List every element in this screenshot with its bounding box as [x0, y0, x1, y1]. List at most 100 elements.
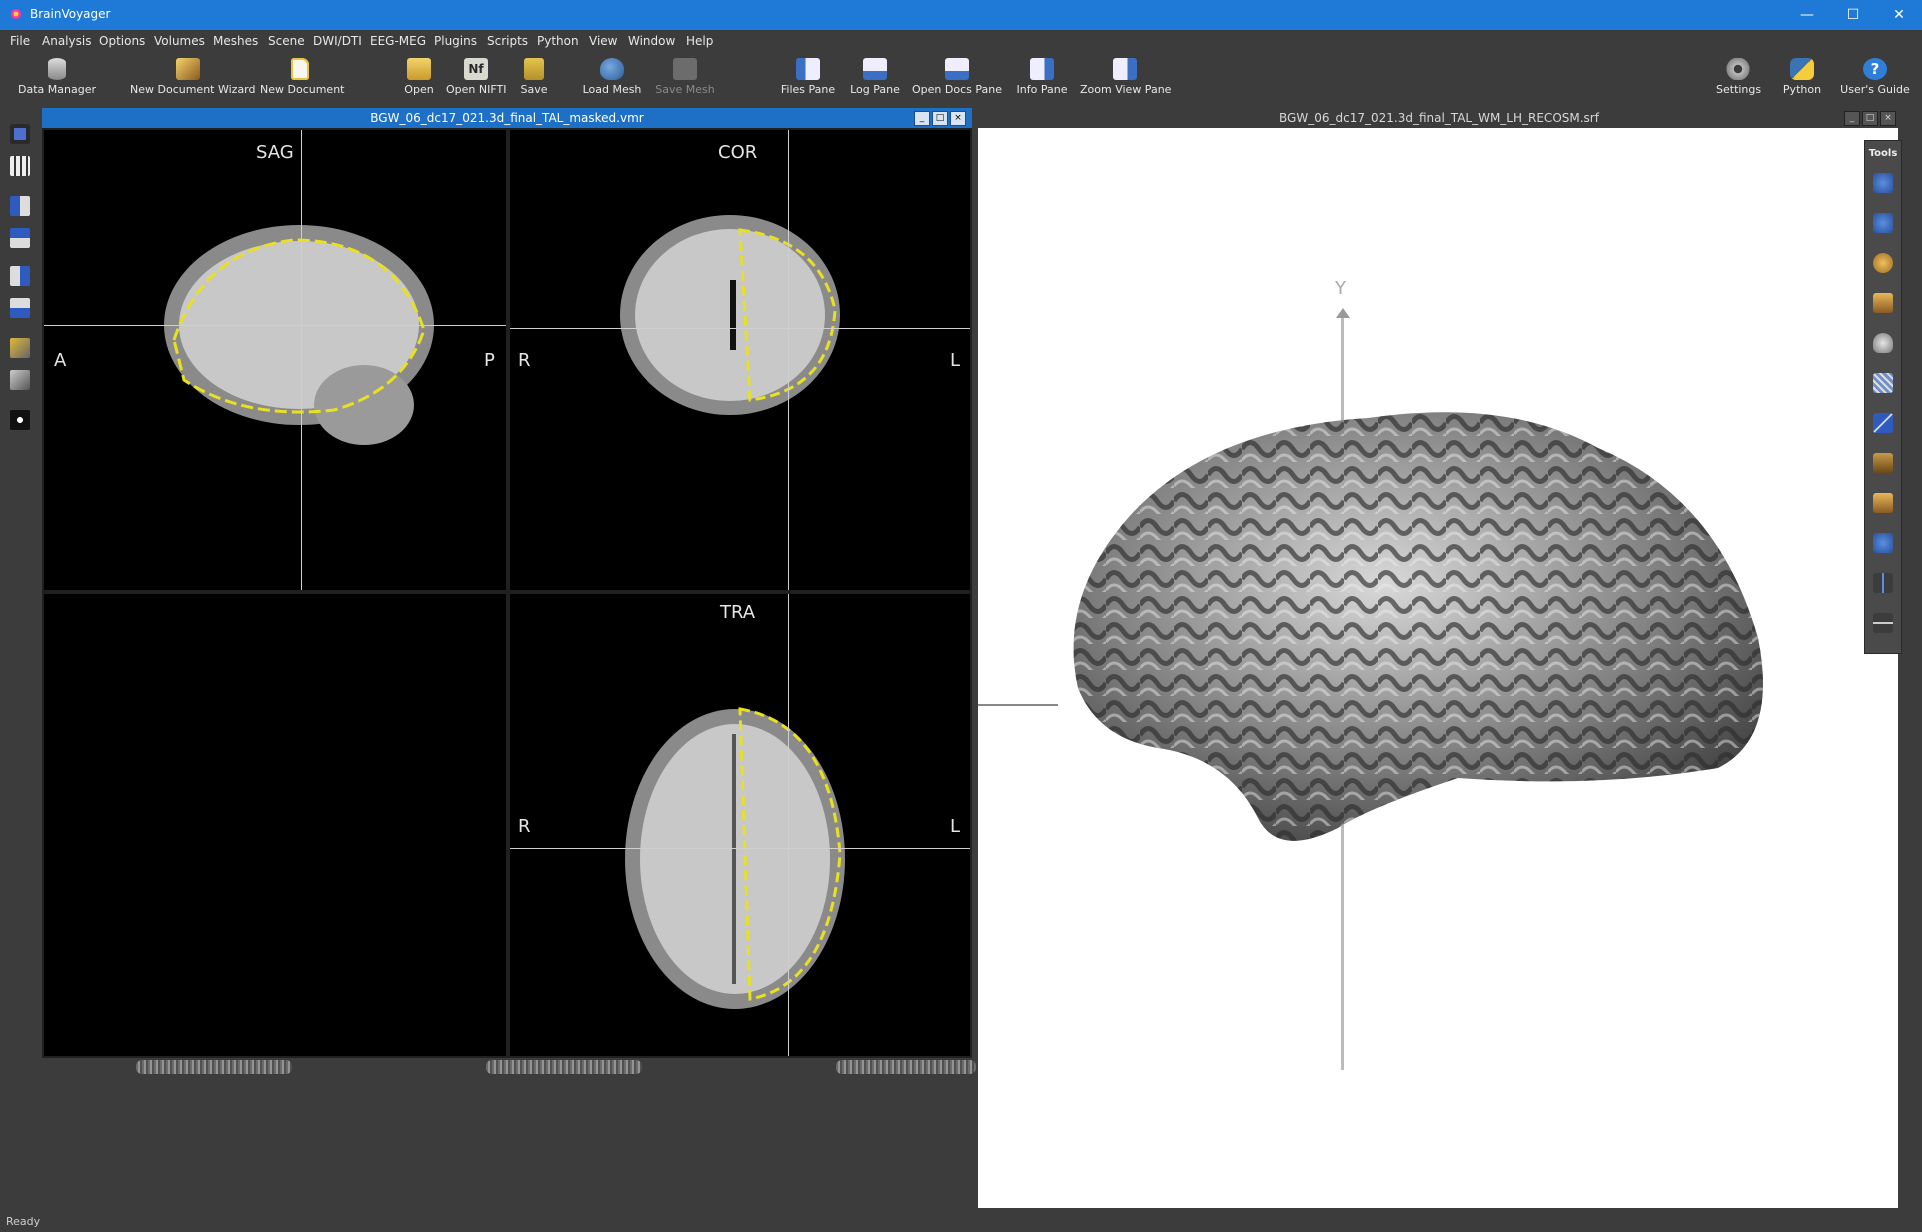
- load-mesh-button[interactable]: Load Mesh: [582, 56, 642, 104]
- empty-view[interactable]: [44, 594, 506, 1056]
- sag-label: SAG: [256, 142, 294, 163]
- save-mesh-icon: [673, 58, 697, 80]
- single-view-icon[interactable]: [10, 124, 30, 144]
- transversal-view[interactable]: TRA R L: [510, 594, 970, 1056]
- nifti-icon: Nf: [464, 58, 488, 80]
- cut-plane-icon[interactable]: [1873, 413, 1893, 433]
- crosshair-icon[interactable]: [1873, 613, 1893, 633]
- files-pane-label: Files Pane: [780, 83, 836, 96]
- python-label: Python: [1782, 83, 1822, 96]
- srf-minimize-button[interactable]: _: [1844, 111, 1860, 126]
- vmr-minimize-button[interactable]: _: [914, 111, 930, 126]
- overlay-view-icon[interactable]: [10, 338, 30, 358]
- left-layout-toolbar: [0, 108, 40, 1216]
- surface-3d-view[interactable]: Y: [978, 128, 1898, 1208]
- open-nifti-button[interactable]: Nf Open NIFTI: [446, 56, 506, 104]
- tra-label: TRA: [720, 602, 756, 623]
- head-icon[interactable]: [1873, 293, 1893, 313]
- layout-2-icon[interactable]: [10, 228, 30, 248]
- log-pane-button[interactable]: Log Pane: [850, 56, 900, 104]
- head-side-icon[interactable]: [1873, 453, 1893, 473]
- dice-view-icon[interactable]: [10, 410, 30, 430]
- folder-open-icon: [407, 58, 431, 80]
- menu-dwi-dti[interactable]: DWI/DTI: [313, 34, 362, 48]
- vmr-restore-button[interactable]: □: [932, 111, 948, 126]
- save-button[interactable]: Save: [518, 56, 550, 104]
- users-guide-button[interactable]: ? User's Guide: [1840, 56, 1910, 104]
- cor-label: COR: [718, 142, 758, 163]
- settings-label: Settings: [1716, 83, 1762, 96]
- layout-3-icon[interactable]: [10, 266, 30, 286]
- log-pane-icon: [863, 58, 887, 80]
- menu-volumes[interactable]: Volumes: [154, 34, 205, 48]
- data-manager-button[interactable]: Data Manager: [18, 56, 96, 104]
- add-mesh-icon[interactable]: [1873, 173, 1893, 193]
- tools-title: Tools: [1868, 148, 1898, 159]
- files-pane-icon: [796, 58, 820, 80]
- save-mesh-button[interactable]: Save Mesh: [654, 56, 716, 104]
- brainvoyager-logo-icon: [11, 9, 21, 19]
- open-docs-pane-button[interactable]: Open Docs Pane: [912, 56, 1002, 104]
- menu-scene[interactable]: Scene: [268, 34, 305, 48]
- menu-file[interactable]: File: [10, 34, 30, 48]
- menu-scripts[interactable]: Scripts: [487, 34, 528, 48]
- axis-icon[interactable]: [1873, 573, 1893, 593]
- vmr-close-button[interactable]: ×: [950, 111, 966, 126]
- menu-window[interactable]: Window: [628, 34, 675, 48]
- head-front-icon[interactable]: [1873, 493, 1893, 513]
- compare-view-icon[interactable]: [10, 370, 30, 390]
- menu-options[interactable]: Options: [99, 34, 145, 48]
- files-pane-button[interactable]: Files Pane: [778, 56, 838, 104]
- menu-view[interactable]: View: [589, 34, 617, 48]
- morph-mesh-icon[interactable]: [1873, 533, 1893, 553]
- new-document-button[interactable]: New Document: [260, 56, 344, 104]
- wireframe-icon[interactable]: [1873, 373, 1893, 393]
- add-sphere-icon[interactable]: [1873, 253, 1893, 273]
- vmr-document-window: BGW_06_dc17_021.3d_final_TAL_masked.vmr …: [42, 108, 972, 1058]
- zoom-view-pane-button[interactable]: Zoom View Pane: [1080, 56, 1172, 104]
- sagittal-view[interactable]: SAG A P: [44, 130, 506, 590]
- srf-window-title-bar[interactable]: BGW_06_dc17_021.3d_final_TAL_WM_LH_RECOS…: [976, 108, 1902, 128]
- srf-restore-button[interactable]: □: [1862, 111, 1878, 126]
- coronal-brain-slice: [620, 215, 840, 415]
- magic-wand-icon: [176, 58, 200, 80]
- save-label: Save: [520, 83, 548, 96]
- menu-meshes[interactable]: Meshes: [213, 34, 258, 48]
- menu-eeg-meg[interactable]: EEG-MEG: [370, 34, 426, 48]
- info-pane-button[interactable]: Info Pane: [1014, 56, 1070, 104]
- thumbnail-strip-1: [136, 1060, 292, 1074]
- main-toolbar: Data Manager New Document Wizard New Doc…: [0, 52, 1922, 106]
- database-icon: [48, 58, 66, 80]
- mesh-icon[interactable]: [1873, 213, 1893, 233]
- layout-1-icon[interactable]: [10, 196, 30, 216]
- menu-bar: File Analysis Options Volumes Meshes Sce…: [0, 30, 1922, 52]
- tra-left-label: L: [950, 816, 961, 837]
- menu-python[interactable]: Python: [537, 34, 579, 48]
- coronal-view[interactable]: COR R L: [510, 130, 970, 590]
- zoom-view-pane-label: Zoom View Pane: [1080, 83, 1172, 96]
- python-button[interactable]: Python: [1782, 56, 1822, 104]
- grid-view-icon[interactable]: [10, 156, 30, 176]
- maximize-button[interactable]: ☐: [1830, 0, 1876, 30]
- new-document-wizard-button[interactable]: New Document Wizard: [130, 56, 256, 104]
- app-title: BrainVoyager: [30, 7, 111, 21]
- open-nifti-label: Open NIFTI: [446, 83, 507, 96]
- load-mesh-label: Load Mesh: [582, 83, 642, 96]
- surface-icon[interactable]: [1873, 333, 1893, 353]
- cor-right-label: R: [518, 350, 531, 371]
- cor-left-label: L: [950, 350, 961, 371]
- menu-analysis[interactable]: Analysis: [42, 34, 91, 48]
- menu-plugins[interactable]: Plugins: [434, 34, 477, 48]
- close-button[interactable]: ✕: [1876, 0, 1922, 30]
- info-pane-label: Info Pane: [1016, 83, 1068, 96]
- layout-4-icon[interactable]: [10, 298, 30, 318]
- log-pane-label: Log Pane: [850, 83, 900, 96]
- settings-button[interactable]: Settings: [1716, 56, 1762, 104]
- open-button[interactable]: Open: [402, 56, 436, 104]
- srf-close-button[interactable]: ×: [1880, 111, 1896, 126]
- vmr-window-title-bar[interactable]: BGW_06_dc17_021.3d_final_TAL_masked.vmr …: [42, 108, 972, 128]
- menu-help[interactable]: Help: [686, 34, 713, 48]
- info-pane-icon: [1030, 58, 1054, 80]
- app-title-bar: BrainVoyager — ☐ ✕: [0, 0, 1922, 30]
- minimize-button[interactable]: —: [1784, 0, 1830, 30]
